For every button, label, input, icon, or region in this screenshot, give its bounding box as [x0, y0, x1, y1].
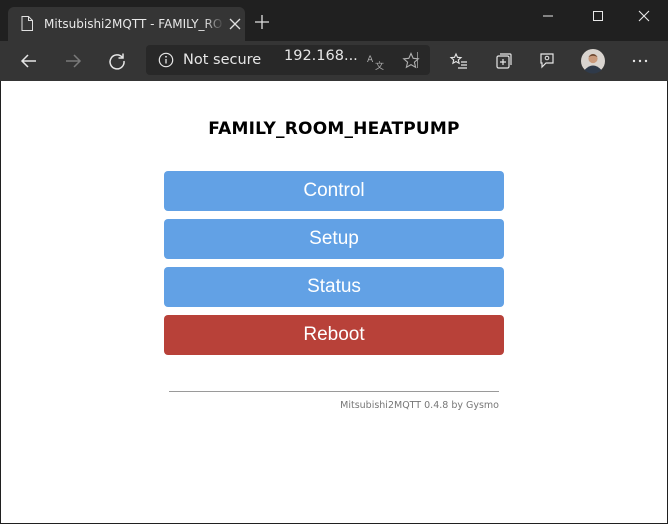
- page-icon: [21, 16, 33, 31]
- title-bar: Mitsubishi2MQTT - FAMILY_ROOM_HEATPUMP: [0, 0, 668, 41]
- info-icon[interactable]: [158, 52, 174, 68]
- minimize-icon[interactable]: [540, 8, 556, 24]
- svg-text:A: A: [367, 55, 374, 65]
- status-button[interactable]: Status: [164, 267, 504, 307]
- page-viewport: FAMILY_ROOM_HEATPUMP Control Setup Statu…: [1, 81, 667, 523]
- reboot-button[interactable]: Reboot: [164, 315, 504, 355]
- url-text[interactable]: 192.168...: [284, 47, 358, 65]
- setup-button[interactable]: Setup: [164, 219, 504, 259]
- more-options-icon[interactable]: [630, 51, 650, 71]
- tab-title: Mitsubishi2MQTT - FAMILY_ROOM_HEATPUMP: [44, 17, 222, 31]
- new-tab-icon[interactable]: [254, 14, 270, 30]
- footer-version: Mitsubishi2MQTT 0.4.8 by Gysmo: [340, 400, 499, 411]
- page-title: FAMILY_ROOM_HEATPUMP: [208, 119, 460, 139]
- forward-arrow-icon[interactable]: [63, 51, 83, 71]
- back-arrow-icon[interactable]: [19, 51, 39, 71]
- feedback-icon[interactable]: [537, 51, 557, 71]
- svg-text:文: 文: [375, 60, 384, 71]
- security-label[interactable]: Not secure: [183, 51, 261, 69]
- browser-toolbar: Not secure 192.168... A 文: [0, 41, 668, 81]
- browser-tab[interactable]: Mitsubishi2MQTT - FAMILY_ROOM_HEATPUMP: [8, 7, 245, 41]
- tab-title-fade: [204, 13, 224, 35]
- favorites-icon[interactable]: [449, 51, 469, 71]
- control-button[interactable]: Control: [164, 171, 504, 211]
- refresh-icon[interactable]: [107, 51, 127, 71]
- close-tab-icon[interactable]: [228, 17, 242, 31]
- close-window-icon[interactable]: [636, 8, 652, 24]
- collections-icon[interactable]: [494, 51, 514, 71]
- favorite-star-icon[interactable]: [401, 51, 421, 71]
- maximize-icon[interactable]: [590, 8, 606, 24]
- profile-avatar[interactable]: [580, 48, 606, 74]
- footer-divider: [169, 391, 499, 392]
- translate-icon[interactable]: A 文: [366, 51, 386, 71]
